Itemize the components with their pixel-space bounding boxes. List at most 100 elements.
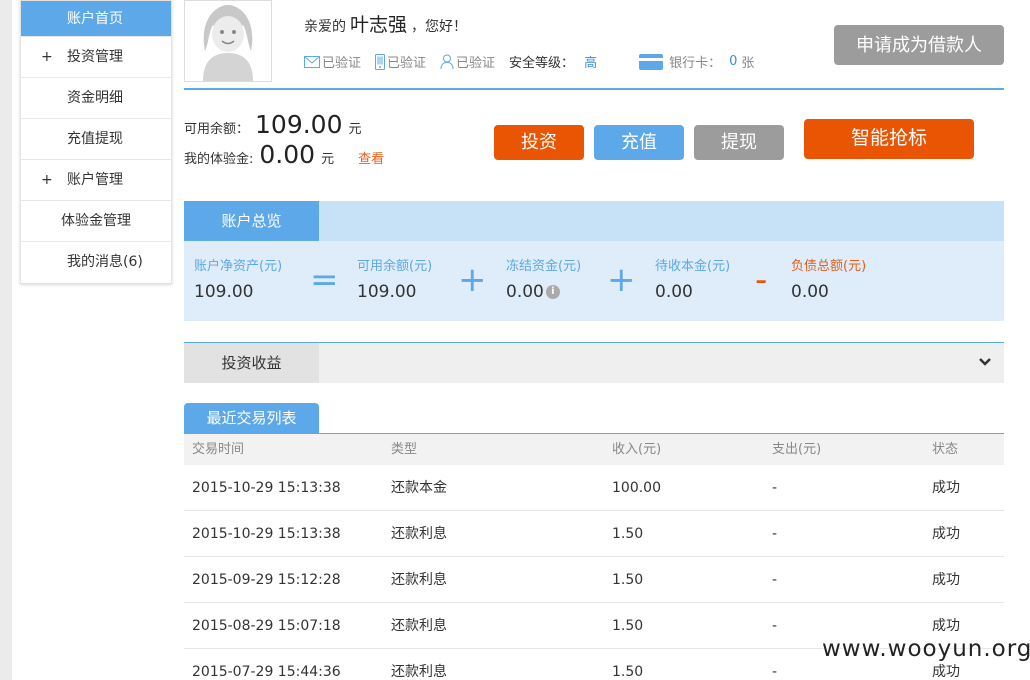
withdraw-button[interactable]: 提现: [694, 125, 784, 160]
frozen-funds-value-wrap: 0.00 i: [506, 282, 581, 302]
overview-available-value: 109.00: [357, 282, 417, 302]
bank-card-unit: 张: [741, 56, 755, 71]
cell-income: 100.00: [612, 480, 661, 496]
sidebar-item-account[interactable]: + 账户管理: [21, 160, 171, 201]
mail-icon: [304, 55, 320, 68]
plus-icon: +: [607, 260, 636, 300]
total-debt: 负债总额(元) 0.00: [791, 255, 866, 302]
cell-income: 1.50: [612, 526, 644, 542]
header-divider: [184, 88, 1004, 90]
net-assets: 账户净资产(元) 109.00: [194, 255, 282, 302]
cell-status: 成功: [932, 526, 960, 542]
sidebar-item-label: 体验金管理: [61, 213, 131, 229]
sidebar-item-label: 资金明细: [67, 90, 123, 106]
smart-bid-button[interactable]: 智能抢标: [804, 119, 974, 159]
cell-expense: -: [772, 526, 778, 542]
frozen-funds-label: 冻结资金(元): [506, 259, 582, 274]
cell-expense: -: [772, 480, 778, 496]
avatar[interactable]: [184, 0, 272, 82]
pending-principal-value: 0.00: [655, 282, 693, 302]
cell-type: 还款利息: [391, 526, 447, 542]
trial-funds-value: 0.00: [259, 140, 316, 169]
bank-card-count: 0: [729, 54, 738, 69]
security-level-label: 安全等级：: [509, 56, 575, 71]
cell-type: 还款利息: [391, 618, 447, 634]
sidebar-item-investment[interactable]: + 投资管理: [21, 37, 171, 78]
greeting-suffix: ，您好！: [411, 19, 468, 35]
pending-principal: 待收本金(元) 0.00: [655, 255, 730, 302]
net-assets-value: 109.00: [194, 282, 254, 302]
avatar-girl-icon: [185, 1, 271, 81]
cell-type: 还款利息: [391, 572, 447, 588]
invest-button[interactable]: 投资: [494, 125, 584, 160]
column-header-status: 状态: [932, 442, 959, 457]
email-verified-label: 已验证: [322, 56, 362, 71]
net-assets-label: 账户净资产(元): [194, 259, 283, 274]
cell-time: 2015-10-29 15:13:38: [192, 480, 341, 496]
trial-funds: 我的体验金: 0.00 元 查看: [184, 140, 384, 169]
sidebar-item-label: 账户首页: [67, 11, 123, 27]
pending-principal-label: 待收本金(元): [655, 259, 731, 274]
cell-income: 1.50: [612, 618, 644, 634]
phone-verification[interactable]: 已验证: [375, 52, 426, 71]
id-verified-label: 已验证: [456, 56, 496, 71]
available-balance: 可用余额： 109.00 元: [184, 110, 362, 139]
column-header-income: 收入(元): [612, 442, 662, 457]
total-debt-label: 负债总额(元): [791, 259, 867, 274]
table-row: 2015-10-29 15:13:38 还款利息 1.50 - 成功: [184, 511, 1004, 557]
sidebar-item-recharge-withdraw[interactable]: 充值提现: [21, 119, 171, 160]
greeting-prefix: 亲爱的: [304, 19, 346, 35]
watermark: www.wooyun.org: [822, 636, 1030, 662]
equals-icon: =: [310, 260, 339, 300]
cell-expense: -: [772, 572, 778, 588]
investment-earnings-bar[interactable]: 投资收益: [184, 342, 1004, 383]
user-greeting: 亲爱的 叶志强 ，您好！: [304, 10, 467, 37]
phone-icon: [375, 53, 386, 70]
apply-borrower-button[interactable]: 申请成为借款人: [834, 25, 1004, 65]
sidebar-item-home[interactable]: 账户首页: [21, 1, 171, 37]
expand-plus-icon: +: [41, 49, 53, 65]
chevron-down-icon[interactable]: [978, 355, 992, 369]
cell-time: 2015-10-29 15:13:38: [192, 526, 341, 542]
email-verification[interactable]: 已验证: [304, 52, 361, 71]
sidebar-item-label: 充值提现: [67, 131, 123, 147]
view-trial-funds-link[interactable]: 查看: [358, 148, 384, 167]
bank-card-label: 银行卡：: [669, 56, 722, 71]
available-balance-value: 109.00: [255, 110, 343, 139]
bank-card-status[interactable]: 银行卡： 0 张: [639, 52, 754, 71]
sidebar-item-trial-funds[interactable]: 体验金管理: [21, 201, 171, 242]
sidebar-item-messages[interactable]: 我的消息(6): [21, 242, 171, 283]
table-header: 交易时间 类型 收入(元) 支出(元) 状态: [184, 434, 1004, 465]
overview-header: 账户总览: [184, 201, 1004, 241]
frozen-funds: 冻结资金(元) 0.00 i: [506, 255, 581, 302]
tab-account-overview[interactable]: 账户总览: [184, 201, 319, 241]
recharge-button[interactable]: 充值: [594, 125, 684, 160]
cell-time: 2015-09-29 15:12:28: [192, 572, 341, 588]
minus-icon: -: [755, 260, 768, 300]
sidebar-item-funds[interactable]: 资金明细: [21, 78, 171, 119]
info-icon[interactable]: i: [545, 285, 560, 299]
overview-available: 可用余额(元) 109.00: [357, 255, 432, 302]
tab-recent-transactions[interactable]: 最近交易列表: [184, 403, 319, 434]
cell-status: 成功: [932, 572, 960, 588]
cell-status: 成功: [932, 480, 960, 496]
trial-funds-label: 我的体验金:: [184, 152, 254, 167]
plus-icon: +: [458, 260, 487, 300]
cell-time: 2015-08-29 15:07:18: [192, 618, 341, 634]
trial-funds-unit: 元: [321, 152, 335, 167]
bank-card-icon: [639, 53, 664, 70]
column-header-expense: 支出(元): [772, 442, 822, 457]
sidebar-item-label: 投资管理: [67, 49, 123, 65]
security-level-value: 高: [584, 56, 598, 71]
tab-investment-earnings[interactable]: 投资收益: [184, 343, 319, 383]
identity-verification[interactable]: 已验证: [440, 52, 495, 71]
cell-time: 2015-07-29 15:44:36: [192, 664, 341, 680]
sidebar: 账户首页 + 投资管理 资金明细 充值提现 + 账户管理 体验金管理 我的消息(6): [20, 0, 172, 284]
cell-type: 还款本金: [391, 480, 447, 496]
sidebar-item-label: 账户管理: [67, 172, 123, 188]
column-header-time: 交易时间: [192, 442, 245, 457]
table-row: 2015-10-29 15:13:38 还款本金 100.00 - 成功: [184, 465, 1004, 511]
phone-verified-label: 已验证: [387, 56, 427, 71]
available-balance-unit: 元: [348, 122, 362, 137]
total-debt-value: 0.00: [791, 282, 829, 302]
